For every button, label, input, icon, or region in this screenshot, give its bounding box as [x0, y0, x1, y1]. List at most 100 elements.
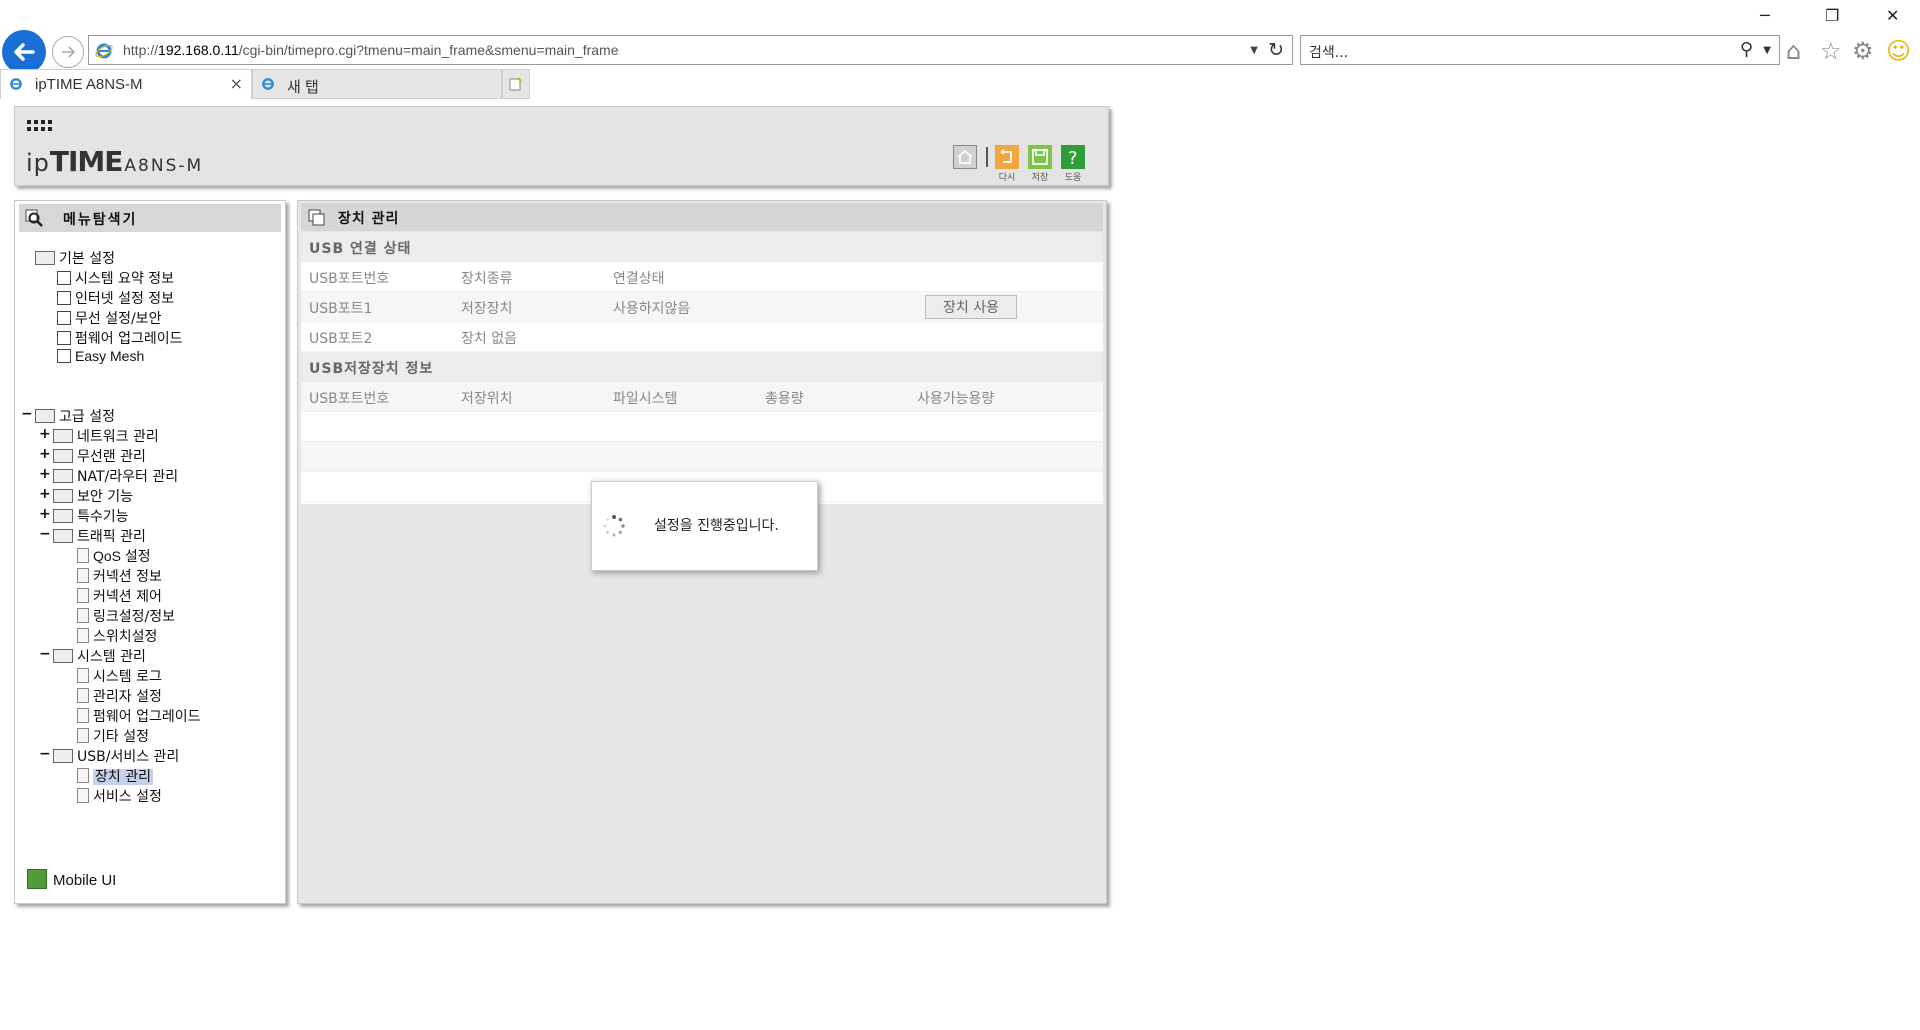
- menu-item-connection-info[interactable]: 커넥션 정보: [77, 566, 162, 586]
- table-row: [301, 442, 1103, 472]
- menu-item-system-log[interactable]: 시스템 로그: [77, 666, 162, 686]
- menu-item-connection-control[interactable]: 커넥션 제어: [77, 586, 162, 606]
- menu-explorer: 메뉴탐색기 기본 설정 시스템 요약 정보 인터넷 설정 정보 무선 설정/보안…: [14, 200, 286, 904]
- ie-icon: [95, 43, 113, 59]
- tree-wireless-lan[interactable]: + 무선랜 관리: [39, 446, 146, 466]
- arrow-left-icon: [14, 43, 35, 61]
- magnifier-icon: [25, 209, 43, 227]
- home-button[interactable]: [953, 145, 977, 169]
- page-icon: [77, 688, 89, 703]
- menu-item-qos[interactable]: QoS 설정: [77, 546, 151, 566]
- folder-settings-icon: [35, 251, 55, 265]
- menu-item-system-summary[interactable]: 시스템 요약 정보: [57, 268, 174, 288]
- progress-message: 설정을 진행중입니다.: [654, 518, 779, 534]
- collapse-icon[interactable]: −: [39, 526, 51, 542]
- expand-icon[interactable]: +: [39, 466, 51, 482]
- star-icon[interactable]: ☆: [1820, 37, 1842, 65]
- refresh-icon[interactable]: ↻: [1268, 39, 1284, 61]
- search-dropdown-icon[interactable]: ▼: [1763, 45, 1771, 56]
- save-icon: [1032, 149, 1048, 165]
- mobile-icon: [27, 869, 47, 889]
- main-panel-header: 장치 관리: [301, 203, 1103, 231]
- home-icon[interactable]: ⌂: [1786, 37, 1801, 65]
- tree-nat-router[interactable]: + NAT/라우터 관리: [39, 466, 178, 486]
- forward-button[interactable]: [52, 36, 84, 68]
- router-header: ipTIME A8NS-M 다시 저장 ? 도움: [14, 106, 1109, 186]
- expand-icon[interactable]: +: [39, 426, 51, 442]
- folder-usb-icon: [53, 749, 73, 763]
- smiley-icon[interactable]: ☺: [1886, 37, 1911, 65]
- mobile-ui-link[interactable]: Mobile UI: [27, 869, 116, 889]
- tab-bar: ipTIME A8NS-M × 새 탭: [0, 69, 1920, 99]
- menu-item-device-management[interactable]: 장치 관리: [77, 766, 153, 786]
- restore-button[interactable]: ❐: [1825, 6, 1839, 25]
- content-area: USB 연결 상태 USB포트번호 장치종류 연결상태 USB포트1 저장장치 …: [301, 232, 1103, 504]
- menu-item-service-settings[interactable]: 서비스 설정: [77, 786, 162, 806]
- tree-network[interactable]: + 네트워크 관리: [39, 426, 159, 446]
- tab-new[interactable]: 새 탭: [252, 69, 502, 99]
- storage-header-row: USB포트번호 저장위치 파일시스템 총용량 사용가능용량: [301, 382, 1103, 412]
- page-icon: [77, 588, 89, 603]
- save-button[interactable]: [1028, 145, 1052, 169]
- loading-spinner-icon: [603, 515, 625, 537]
- chart-icon: [57, 271, 71, 285]
- expand-icon[interactable]: +: [39, 486, 51, 502]
- new-tab-button[interactable]: [502, 69, 530, 99]
- address-bar[interactable]: http://192.168.0.11/cgi-bin/timepro.cgi?…: [88, 35, 1293, 65]
- folder-system-icon: [53, 649, 73, 663]
- tree-special[interactable]: + 특수기능: [39, 506, 129, 526]
- use-device-button[interactable]: 장치 사용: [925, 295, 1017, 319]
- minimize-button[interactable]: ─: [1760, 6, 1770, 25]
- collapse-icon[interactable]: −: [39, 646, 51, 662]
- help-button[interactable]: ?: [1061, 145, 1085, 169]
- menu-item-internet-info[interactable]: 인터넷 설정 정보: [57, 288, 174, 308]
- collapse-icon[interactable]: −: [21, 406, 33, 422]
- search-box[interactable]: 검색... ⚲ ▼: [1300, 35, 1780, 65]
- tab-iptime[interactable]: ipTIME A8NS-M ×: [0, 69, 252, 99]
- expand-icon[interactable]: +: [39, 506, 51, 522]
- search-icon[interactable]: ⚲: [1740, 39, 1753, 60]
- back-button[interactable]: [2, 30, 46, 74]
- upgrade-icon: [57, 331, 71, 345]
- menu-item-switch-settings[interactable]: 스위치설정: [77, 626, 157, 646]
- menu-item-easy-mesh[interactable]: Easy Mesh: [57, 348, 144, 368]
- window-icon: [308, 209, 325, 226]
- wifi-icon: [57, 311, 71, 325]
- menu-item-firmware[interactable]: 펌웨어 업그레이드: [57, 328, 183, 348]
- close-window-button[interactable]: ✕: [1886, 6, 1899, 25]
- gear-icon[interactable]: ⚙: [1852, 37, 1874, 65]
- close-tab-icon[interactable]: ×: [230, 74, 243, 93]
- browser-chrome: ─ ❐ ✕ http://192.168.0.11/cgi-bin/timepr…: [0, 0, 1920, 99]
- monitor-icon: [57, 291, 71, 305]
- menu-item-admin-settings[interactable]: 관리자 설정: [77, 686, 162, 706]
- mesh-icon: [57, 349, 71, 363]
- collapse-icon[interactable]: −: [39, 746, 51, 762]
- tree-traffic[interactable]: − 트래픽 관리: [39, 526, 146, 546]
- folder-router-icon: [53, 469, 73, 483]
- tree-usb-service[interactable]: − USB/서비스 관리: [39, 746, 179, 766]
- page-icon: [77, 768, 89, 783]
- progress-dialog: 설정을 진행중입니다.: [591, 481, 818, 571]
- menu-item-firmware-upgrade[interactable]: 펌웨어 업그레이드: [77, 706, 201, 726]
- back-action-button[interactable]: [995, 145, 1019, 169]
- chevron-down-icon[interactable]: ▼: [1250, 45, 1258, 56]
- tree-advanced-settings[interactable]: − 고급 설정: [21, 406, 115, 426]
- save-label: 저장: [1031, 173, 1049, 183]
- section-storage-info: USB저장장치 정보: [301, 352, 1103, 382]
- menu-item-other-settings[interactable]: 기타 설정: [77, 726, 149, 746]
- menu-item-link-settings[interactable]: 링크설정/정보: [77, 606, 175, 626]
- tree-security[interactable]: + 보안 기능: [39, 486, 133, 506]
- help-label: 도움: [1064, 173, 1082, 183]
- table-row: USB포트2 장치 없음: [301, 322, 1103, 352]
- folder-lock-icon: [53, 489, 73, 503]
- expand-icon[interactable]: +: [39, 446, 51, 462]
- arrow-right-icon: [62, 46, 76, 58]
- tree-basic-settings[interactable]: 기본 설정: [35, 248, 115, 268]
- url-text: http://192.168.0.11/cgi-bin/timepro.cgi?…: [123, 42, 619, 58]
- tree-system[interactable]: − 시스템 관리: [39, 646, 146, 666]
- svg-text:?: ?: [1068, 148, 1078, 169]
- menu-item-wireless[interactable]: 무선 설정/보안: [57, 308, 161, 328]
- page-icon: [77, 568, 89, 583]
- folder-traffic-icon: [53, 529, 73, 543]
- menu-explorer-header: 메뉴탐색기: [19, 204, 281, 232]
